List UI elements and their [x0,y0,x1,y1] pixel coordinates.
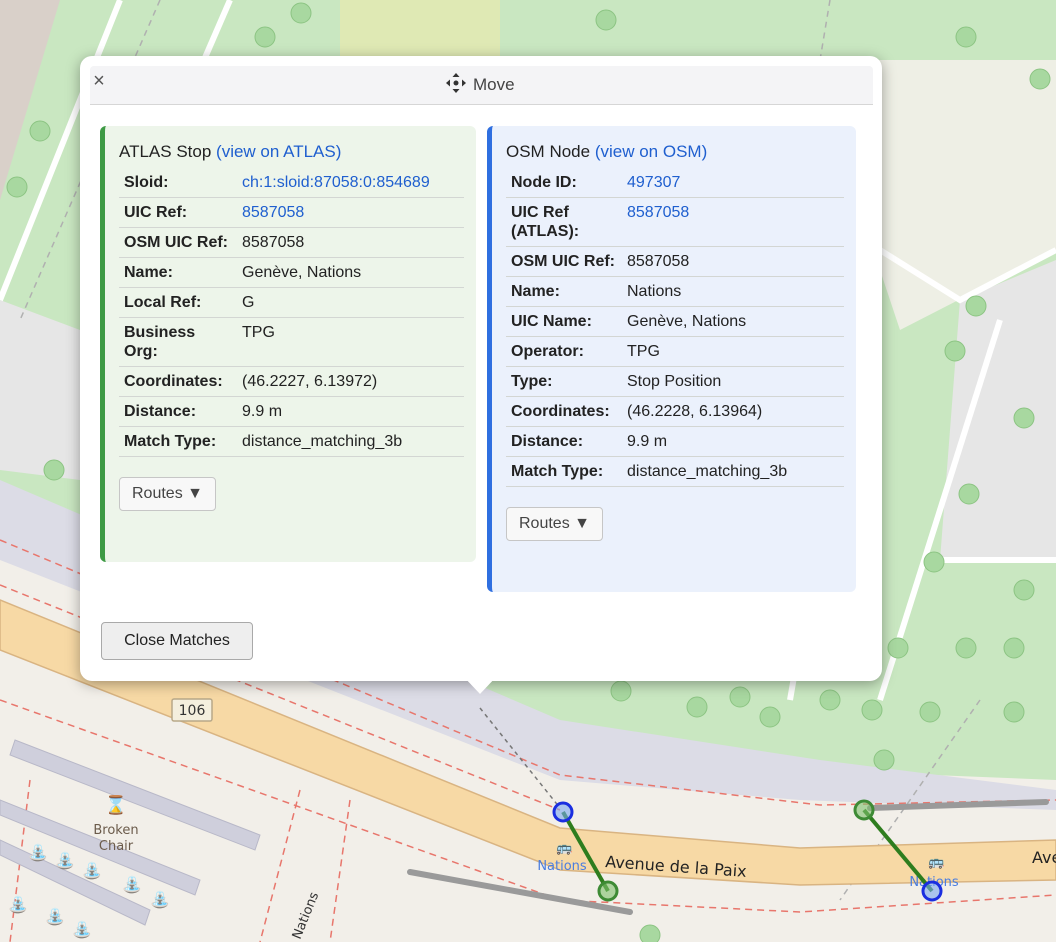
osm-info-row: Type: Stop Position [506,366,844,397]
osm-field-label: OSM UIC Ref: [506,246,622,277]
osm-field-value: Nations [622,276,844,307]
atlas-stop-marker[interactable] [597,880,619,902]
svg-text:⛲: ⛲ [122,875,142,894]
stop-label-1: Nations [537,859,587,874]
atlas-info-row: Sloid: ch:1:sloid:87058:0:854689 [119,168,464,198]
osm-field-value: 9.9 m [622,426,844,457]
atlas-info-row: Match Type: distance_matching_3b [119,426,464,457]
atlas-field-label: OSM UIC Ref: [119,227,237,258]
atlas-card-title: ATLAS Stop (view on ATLAS) [119,142,464,162]
osm-field-value: 8587058 [622,246,844,277]
osm-field-value: TPG [622,336,844,367]
atlas-field-label: Match Type: [119,426,237,457]
atlas-field-label: Sloid: [119,168,237,198]
atlas-field-value: G [237,287,464,318]
atlas-field-value: 8587058 [237,227,464,258]
osm-info-row: Name: Nations [506,276,844,307]
atlas-field-value: Genève, Nations [237,257,464,288]
hourglass-icon: ⌛ [105,794,127,815]
osm-field-label: Name: [506,276,622,307]
osm-card-title: OSM Node (view on OSM) [506,142,844,162]
atlas-info-row: OSM UIC Ref: 8587058 [119,227,464,258]
atlas-title: ATLAS Stop [119,142,212,161]
svg-text:⛲: ⛲ [72,920,92,939]
svg-text:⛲: ⛲ [28,843,48,862]
osm-info-row: OSM UIC Ref: 8587058 [506,246,844,277]
osm-info-row: Distance: 9.9 m [506,426,844,457]
osm-title: OSM Node [506,142,591,161]
svg-text:Ave: Ave [1032,848,1056,867]
atlas-stop-marker[interactable] [853,799,875,821]
osm-field-label: UIC Ref (ATLAS): [506,197,622,247]
osm-field-label: Coordinates: [506,396,622,427]
svg-text:⛲: ⛲ [150,890,170,909]
atlas-field-label: Business Org: [119,317,237,367]
atlas-info-row: Name: Genève, Nations [119,257,464,288]
osm-field-label: Match Type: [506,456,622,487]
osm-field-link[interactable]: 8587058 [622,197,844,247]
atlas-info-row: Distance: 9.9 m [119,396,464,427]
move-label: Move [473,75,515,94]
bus-stop-icon: 🚌 [556,840,572,855]
poi-label-line1: Broken [93,823,138,838]
svg-text:⛲: ⛲ [45,907,65,926]
osm-field-value: distance_matching_3b [622,456,844,487]
osm-field-value: Genève, Nations [622,306,844,337]
atlas-field-label: Local Ref: [119,287,237,318]
view-on-atlas-link[interactable]: (view on ATLAS) [216,142,341,161]
svg-text:⛲: ⛲ [82,861,102,880]
osm-info-row: UIC Ref (ATLAS): 8587058 [506,197,844,247]
osm-field-label: Operator: [506,336,622,367]
svg-text:⛲: ⛲ [55,851,75,870]
atlas-info-row: Local Ref: G [119,287,464,318]
osm-field-label: Distance: [506,426,622,457]
osm-field-value: Stop Position [622,366,844,397]
atlas-field-link[interactable]: ch:1:sloid:87058:0:854689 [237,168,464,198]
atlas-field-value: TPG [237,317,464,367]
osm-info-row: Node ID: 497307 [506,168,844,198]
close-matches-button[interactable]: Close Matches [101,622,253,660]
atlas-routes-dropdown[interactable]: Routes ▼ [119,477,216,511]
move-handle[interactable]: Move [445,72,515,99]
osm-node-marker[interactable] [921,880,943,902]
osm-info-row: Match Type: distance_matching_3b [506,456,844,487]
osm-info-row: Operator: TPG [506,336,844,367]
osm-node-marker[interactable] [552,801,574,823]
osm-info-row: Coordinates: (46.2228, 6.13964) [506,396,844,427]
view-on-osm-link[interactable]: (view on OSM) [595,142,707,161]
osm-info-table: Node ID: 497307 UIC Ref (ATLAS): 8587058 OSM… [506,168,844,487]
poi-label-line2: Chair [99,839,134,854]
svg-text:⛲: ⛲ [8,895,28,914]
atlas-field-value: distance_matching_3b [237,426,464,457]
osm-field-label: Node ID: [506,168,622,198]
atlas-field-label: UIC Ref: [119,197,237,228]
atlas-info-table: Sloid: ch:1:sloid:87058:0:854689 UIC Ref: 8… [119,168,464,457]
popup-tip [463,676,497,694]
atlas-info-row: UIC Ref: 8587058 [119,197,464,228]
osm-field-label: UIC Name: [506,306,622,337]
atlas-field-link[interactable]: 8587058 [237,197,464,228]
atlas-info-row: Coordinates: (46.2227, 6.13972) [119,366,464,397]
move-icon [445,72,467,99]
osm-field-label: Type: [506,366,622,397]
osm-node-card: OSM Node (view on OSM) Node ID: 497307 UIC… [487,126,856,592]
atlas-field-value: (46.2227, 6.13972) [237,366,464,397]
osm-routes-dropdown[interactable]: Routes ▼ [506,507,603,541]
osm-field-value: (46.2228, 6.13964) [622,396,844,427]
close-icon[interactable]: × [90,70,108,92]
atlas-field-label: Name: [119,257,237,288]
atlas-field-value: 9.9 m [237,396,464,427]
osm-info-row: UIC Name: Genève, Nations [506,306,844,337]
bus-stop-icon: 🚌 [928,854,944,869]
atlas-stop-card: ATLAS Stop (view on ATLAS) Sloid: ch:1:sl… [100,126,476,562]
atlas-field-label: Distance: [119,396,237,427]
road-number-label: 106 [179,703,206,719]
atlas-field-label: Coordinates: [119,366,237,397]
atlas-info-row: Business Org: TPG [119,317,464,367]
osm-field-link[interactable]: 497307 [622,168,844,198]
